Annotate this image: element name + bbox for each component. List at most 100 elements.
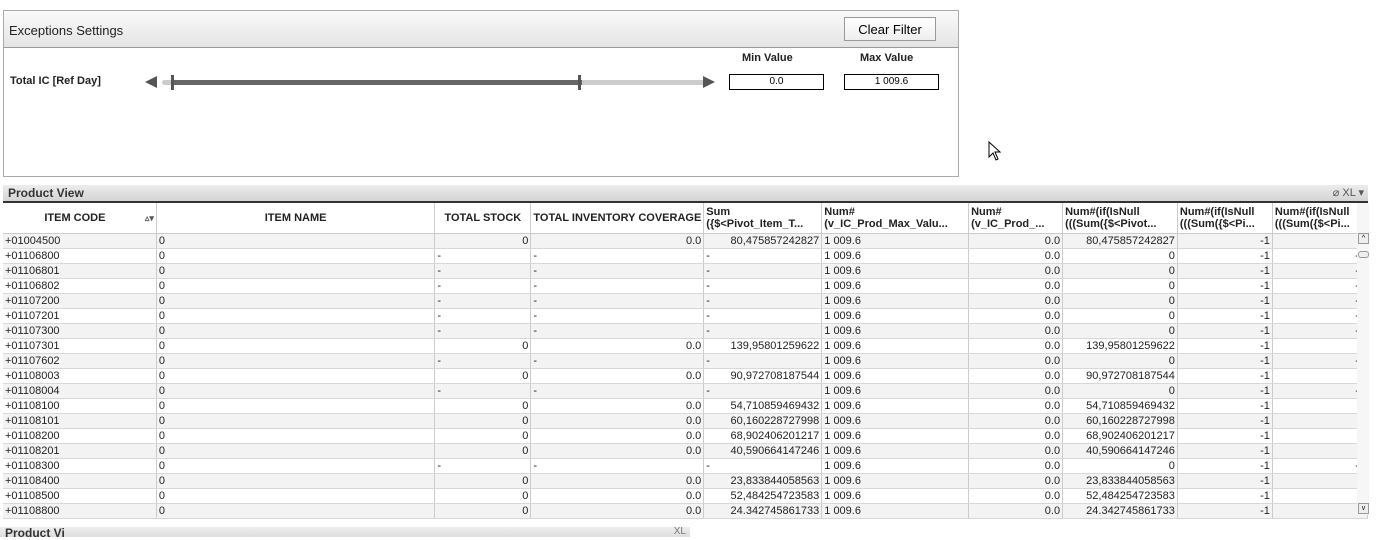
table-cell: 0 (156, 293, 436, 309)
field-label: Total IC [Ref Day] (10, 75, 101, 87)
table-cell: 0 (156, 503, 436, 519)
table-cell: 90,972708187544 (1062, 368, 1178, 384)
table-cell: 1 009.6 (821, 383, 970, 399)
max-value-input[interactable]: 1 009.6 (844, 74, 939, 90)
table-cell: 80,475857242827 (703, 233, 823, 249)
slider-left-arrow-icon[interactable] (145, 76, 157, 88)
table-cell: 0.0 (530, 488, 705, 504)
column-header[interactable]: Num# (v_IC_Prod_Max_Valu... (821, 203, 970, 234)
table-row[interactable]: +011068000---1 009.60.00-1-1 (3, 248, 1369, 264)
table-cell: 0 (434, 503, 532, 519)
table-cell: - (703, 308, 823, 324)
table-cell: 0.0 (530, 473, 705, 489)
vertical-scrollbar[interactable]: ^ v (1357, 203, 1369, 515)
clear-filter-button[interactable]: Clear Filter (844, 17, 936, 41)
table-cell: 0.0 (530, 443, 705, 459)
table-cell: 0 (156, 308, 436, 324)
table-row[interactable]: +011083000---1 009.60.00-1-1 (3, 458, 1369, 474)
table-cell: +01108101 (3, 413, 157, 429)
table-row[interactable]: +01108400 0 0 0.0 23,833844058563 1 009.6 0.0 2… (3, 473, 1369, 489)
table-row[interactable]: +011073000---1 009.60.00-1-1 (3, 323, 1369, 339)
table-cell: +01108500 (3, 488, 157, 504)
table-cell: - (703, 353, 823, 369)
column-header[interactable]: Num#(if(IsNull (((Sum({$<Pi... (1177, 203, 1273, 234)
slider-range[interactable] (174, 80, 582, 85)
scroll-up-icon[interactable]: ^ (1358, 233, 1369, 244)
table-cell: 1 009.6 (821, 503, 970, 519)
table-cell: - (703, 458, 823, 474)
scroll-thumb[interactable] (1358, 251, 1369, 258)
table-cell: 0.0 (968, 503, 1064, 519)
export-xl-icon[interactable]: XL (674, 526, 686, 537)
table-row[interactable]: +01108101 0 0 0.0 60,160228727998 1 009.6 0.0 6… (3, 413, 1369, 429)
table-row[interactable]: +01108100 0 0 0.0 54,710859469432 1 009.6 0.0 5… (3, 398, 1369, 414)
table-row[interactable]: +01004500 0 0 0.0 80,475857242827 1 009.6 0.0 8… (3, 233, 1369, 249)
table-cell: - (434, 308, 532, 324)
sort-indicator-icon[interactable]: ▵▾ (145, 212, 154, 224)
column-header[interactable]: Sum ({$<Pivot_Item_T... (703, 203, 823, 234)
table-cell: 90,972708187544 (703, 368, 823, 384)
export-xl-icon[interactable]: ⌀ XL ▾ (1333, 186, 1364, 199)
table-row[interactable]: +011080040---1 009.60.00-1-1 (3, 383, 1369, 399)
table-row[interactable]: +011072000---1 009.60.00-1-1 (3, 293, 1369, 309)
table-cell: - (434, 458, 532, 474)
table-cell: -1 (1177, 338, 1273, 354)
table-cell: 40,590664147246 (703, 443, 823, 459)
slider-right-arrow-icon[interactable] (703, 76, 715, 88)
table-cell: 0 (1272, 473, 1369, 489)
table-cell: - (703, 278, 823, 294)
table-cell: 0.0 (530, 413, 705, 429)
table-cell: 0 (156, 473, 436, 489)
table-cell: 0 (1272, 428, 1369, 444)
table-cell: 0 (434, 368, 532, 384)
table-cell: 1 009.6 (821, 413, 970, 429)
table-cell: 0.0 (968, 473, 1064, 489)
table-row[interactable]: +01107301 0 0 0.0 139,95801259622 1 009.6 0.0 1… (3, 338, 1369, 354)
table-row[interactable]: +01108003 0 0 0.0 90,972708187544 1 009.6 0.0 9… (3, 368, 1369, 384)
panel-caption: Exceptions Settings Clear Filter (4, 11, 958, 48)
min-value-label: Min Value (742, 52, 793, 64)
table-cell: 1 009.6 (821, 353, 970, 369)
table-row[interactable]: +011068010---1 009.60.00-1-1 (3, 263, 1369, 279)
table-cell: 0.0 (968, 323, 1064, 339)
table-cell: - (434, 278, 532, 294)
product-view-table-box: Product View ⌀ XL ▾ ITEM CODE ▵▾ ITEM NAM… (3, 185, 1369, 519)
column-header[interactable]: TOTAL STOCK (434, 203, 532, 234)
table-row[interactable]: +011076020---1 009.60.00-1-1 (3, 353, 1369, 369)
table-cell: 139,95801259622 (703, 338, 823, 354)
table-row[interactable]: +01108800 0 0 0.0 24.342745861733 1 009.6 0.0 2… (3, 503, 1369, 519)
table-cell: 0.0 (968, 248, 1064, 264)
table-cell: 0 (434, 488, 532, 504)
table-cell: 0.0 (968, 293, 1064, 309)
table-cell: 0 (1272, 443, 1369, 459)
table-caption: Product View ⌀ XL ▾ (3, 185, 1368, 203)
table-row[interactable]: +01108200 0 0 0.0 68,902406201217 1 009.6 0.0 6… (3, 428, 1369, 444)
table-cell: -1 (1177, 323, 1273, 339)
table-cell: 1 009.6 (821, 308, 970, 324)
column-header[interactable]: Num#(if(IsNull (((Sum({$<Pivot... (1062, 203, 1178, 234)
table-row[interactable]: +01108201 0 0 0.0 40,590664147246 1 009.6 0.0 4… (3, 443, 1369, 459)
table-row[interactable]: +01108500 0 0 0.0 52,484254723583 1 009.6 0.0 5… (3, 488, 1369, 504)
product-table: ITEM CODE ▵▾ ITEM NAME TOTAL STOCK TOTAL IN… (3, 203, 1369, 519)
table-cell: 139,95801259622 (1062, 338, 1178, 354)
table-cell: 1 009.6 (821, 398, 970, 414)
slider-min-thumb[interactable] (171, 75, 174, 90)
column-header[interactable]: Num# (v_IC_Prod_... (968, 203, 1064, 234)
table-cell: -1 (1177, 398, 1273, 414)
table-cell: +01108003 (3, 368, 157, 384)
table-cell: 1 009.6 (821, 263, 970, 279)
column-header[interactable]: TOTAL INVENTORY COVERAGE (530, 203, 705, 234)
column-header[interactable]: ITEM CODE ▵▾ (3, 203, 157, 234)
table-row[interactable]: +011068020---1 009.60.00-1-1 (3, 278, 1369, 294)
scroll-down-icon[interactable]: v (1358, 503, 1369, 514)
min-value-input[interactable]: 0.0 (729, 74, 824, 90)
column-header[interactable]: ITEM NAME (156, 203, 436, 234)
slider-max-thumb[interactable] (578, 75, 581, 90)
column-header[interactable]: Num#(if(IsNull (((Sum({$<Pi... (1272, 203, 1369, 234)
table-cell: -1 (1177, 473, 1273, 489)
product-view-2-caption: Product Vi XL (0, 526, 690, 540)
table-row[interactable]: +011072010---1 009.60.00-1-1 (3, 308, 1369, 324)
table-cell: +01108800 (3, 503, 157, 519)
table-cell: 0.0 (968, 278, 1064, 294)
table-cell: 0 (434, 338, 532, 354)
